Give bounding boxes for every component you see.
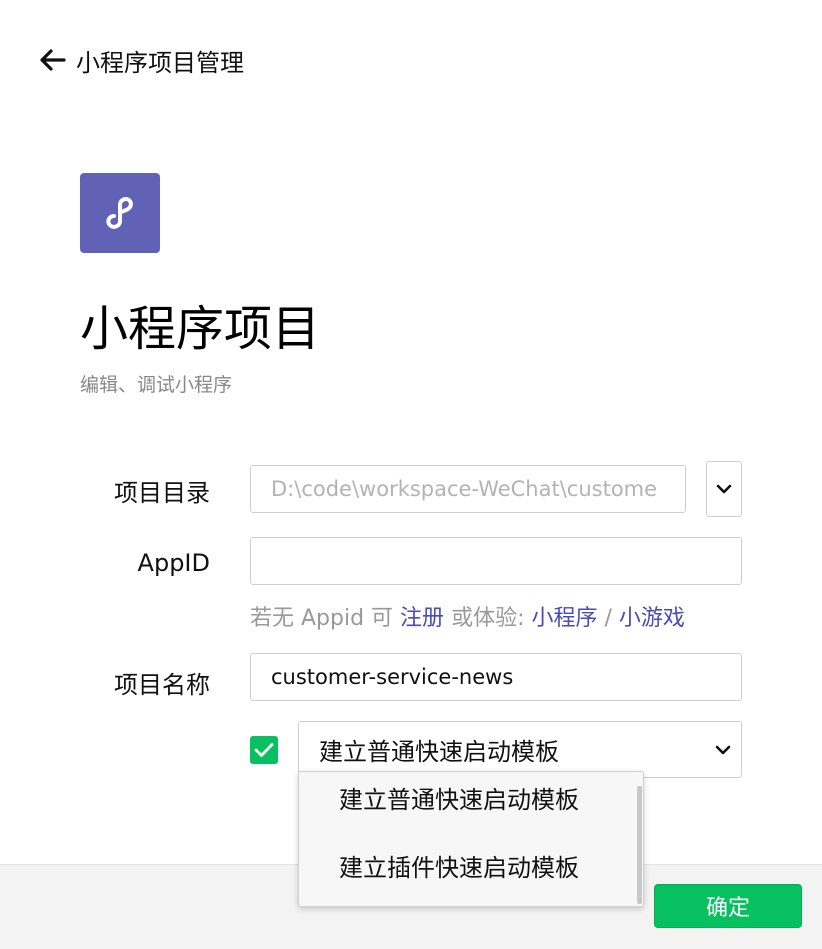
hint-separator: / bbox=[604, 606, 612, 631]
mini-program-logo bbox=[80, 173, 160, 253]
checkmark-icon bbox=[254, 743, 274, 757]
appid-label: AppID bbox=[137, 549, 210, 577]
hint-prefix: 若无 Appid 可 bbox=[250, 606, 394, 631]
arrow-left-icon bbox=[40, 49, 66, 71]
template-select[interactable]: 建立普通快速启动模板 bbox=[298, 721, 742, 778]
template-dropdown-menu: 建立普通快速启动模板 建立插件快速启动模板 bbox=[298, 771, 644, 907]
confirm-button[interactable]: 确定 bbox=[654, 884, 802, 928]
try-miniprogram-link[interactable]: 小程序 bbox=[531, 606, 597, 631]
project-dir-dropdown-button[interactable] bbox=[706, 461, 742, 517]
header-title: 小程序项目管理 bbox=[76, 48, 244, 77]
register-link[interactable]: 注册 bbox=[400, 606, 444, 631]
hint-middle: 或体验: bbox=[451, 606, 525, 631]
project-dir-label: 项目目录 bbox=[114, 479, 210, 507]
project-name-input[interactable]: customer-service-news bbox=[250, 653, 742, 701]
appid-hint: 若无 Appid 可 注册 或体验: 小程序 / 小游戏 bbox=[250, 600, 685, 632]
project-name-value: customer-service-news bbox=[271, 665, 514, 689]
try-minigame-link[interactable]: 小游戏 bbox=[619, 606, 685, 631]
mini-program-link-icon bbox=[106, 197, 133, 229]
project-name-label: 项目名称 bbox=[114, 671, 210, 699]
appid-input[interactable] bbox=[250, 537, 742, 585]
page-subtitle: 编辑、调试小程序 bbox=[80, 374, 233, 396]
template-option-normal[interactable]: 建立普通快速启动模板 bbox=[339, 780, 579, 815]
page-title: 小程序项目 bbox=[80, 301, 321, 357]
project-dir-value: D:\code\workspace-WeChat\custome bbox=[271, 477, 658, 501]
dropdown-scrollbar[interactable] bbox=[637, 786, 642, 904]
template-select-value: 建立普通快速启动模板 bbox=[319, 738, 559, 766]
template-checkbox[interactable] bbox=[250, 736, 278, 764]
template-option-plugin[interactable]: 建立插件快速启动模板 bbox=[339, 848, 579, 883]
chevron-down-icon bbox=[715, 745, 731, 754]
chevron-down-icon bbox=[716, 484, 732, 494]
project-dir-input[interactable]: D:\code\workspace-WeChat\custome bbox=[250, 465, 686, 513]
header: 小程序项目管理 bbox=[38, 40, 244, 80]
back-button[interactable] bbox=[38, 45, 68, 75]
